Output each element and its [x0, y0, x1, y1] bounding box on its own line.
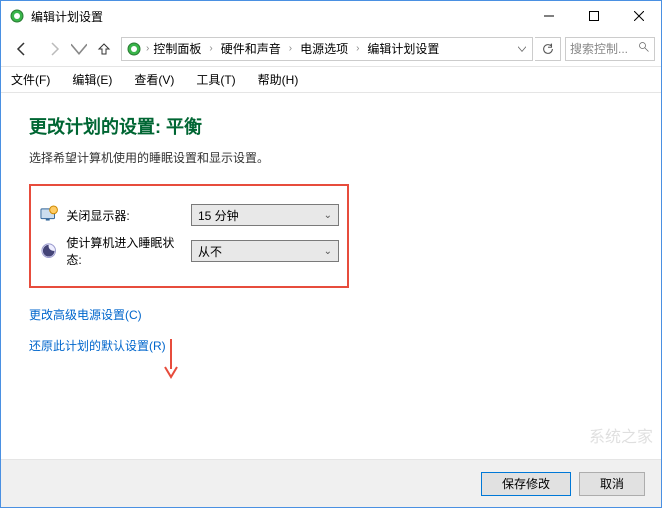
menubar: 文件(F) 编辑(E) 查看(V) 工具(T) 帮助(H): [1, 67, 661, 93]
chevron-down-icon: ⌄: [324, 210, 332, 221]
up-button[interactable]: [89, 34, 119, 64]
minimize-button[interactable]: [526, 1, 571, 31]
power-icon: [9, 8, 25, 24]
display-off-dropdown[interactable]: 15 分钟 ⌄: [191, 204, 339, 226]
page-title: 更改计划的设置: 平衡: [29, 113, 633, 139]
monitor-icon: [39, 205, 58, 225]
titlebar: 编辑计划设置: [1, 1, 661, 31]
chevron-right-icon[interactable]: ›: [289, 43, 292, 54]
arrow-annotation-icon: [163, 339, 179, 379]
search-input[interactable]: 搜索控制...: [565, 37, 655, 61]
chevron-right-icon[interactable]: ›: [209, 43, 212, 54]
navbar: › 控制面板 › 硬件和声音 › 电源选项 › 编辑计划设置 搜索控制...: [1, 31, 661, 67]
menu-help[interactable]: 帮助(H): [254, 69, 303, 90]
breadcrumb: 控制面板 › 硬件和声音 › 电源选项 › 编辑计划设置: [149, 38, 518, 59]
dropdown-value: 15 分钟: [198, 207, 324, 224]
sleep-dropdown[interactable]: 从不 ⌄: [191, 240, 339, 262]
page-description: 选择希望计算机使用的睡眠设置和显示设置。: [29, 149, 633, 166]
footer: 保存修改 取消: [1, 459, 661, 507]
menu-tools[interactable]: 工具(T): [192, 69, 239, 90]
crumb-item[interactable]: 控制面板: [149, 38, 205, 59]
watermark: 系统之家: [589, 423, 653, 447]
chevron-down-icon: ⌄: [324, 246, 332, 257]
window-frame: 编辑计划设置 ›: [0, 0, 662, 508]
save-button[interactable]: 保存修改: [481, 472, 571, 496]
recent-dropdown[interactable]: [71, 34, 87, 64]
search-placeholder: 搜索控制...: [570, 40, 636, 57]
menu-edit[interactable]: 编辑(E): [68, 69, 116, 90]
display-off-row: 关闭显示器: 15 分钟 ⌄: [39, 204, 339, 226]
forward-button[interactable]: [39, 34, 69, 64]
moon-icon: [39, 241, 58, 261]
power-icon: [126, 41, 142, 57]
sleep-label: 使计算机进入睡眠状态:: [66, 234, 183, 268]
content-area: 更改计划的设置: 平衡 选择希望计算机使用的睡眠设置和显示设置。 关闭显示器: …: [1, 93, 661, 374]
highlight-annotation: 关闭显示器: 15 分钟 ⌄ 使计算机进入睡眠状态: 从不 ⌄: [29, 184, 349, 288]
menu-file[interactable]: 文件(F): [7, 69, 54, 90]
crumb-item[interactable]: 电源选项: [296, 38, 352, 59]
cancel-button[interactable]: 取消: [579, 472, 645, 496]
refresh-button[interactable]: [535, 37, 561, 61]
crumb-item[interactable]: 编辑计划设置: [363, 38, 443, 59]
restore-defaults-link[interactable]: 还原此计划的默认设置(R): [29, 337, 633, 354]
close-button[interactable]: [616, 1, 661, 31]
search-icon[interactable]: [638, 41, 650, 56]
back-button[interactable]: [7, 34, 37, 64]
display-off-label: 关闭显示器:: [66, 207, 183, 224]
address-bar[interactable]: › 控制面板 › 硬件和声音 › 电源选项 › 编辑计划设置: [121, 37, 533, 61]
window-title: 编辑计划设置: [31, 8, 526, 25]
address-dropdown[interactable]: [518, 42, 526, 56]
crumb-item[interactable]: 硬件和声音: [217, 38, 285, 59]
chevron-right-icon[interactable]: ›: [356, 43, 359, 54]
window-controls: [526, 1, 661, 31]
dropdown-value: 从不: [198, 243, 324, 260]
menu-view[interactable]: 查看(V): [130, 69, 178, 90]
sleep-row: 使计算机进入睡眠状态: 从不 ⌄: [39, 234, 339, 268]
advanced-settings-link[interactable]: 更改高级电源设置(C): [29, 306, 633, 323]
maximize-button[interactable]: [571, 1, 616, 31]
